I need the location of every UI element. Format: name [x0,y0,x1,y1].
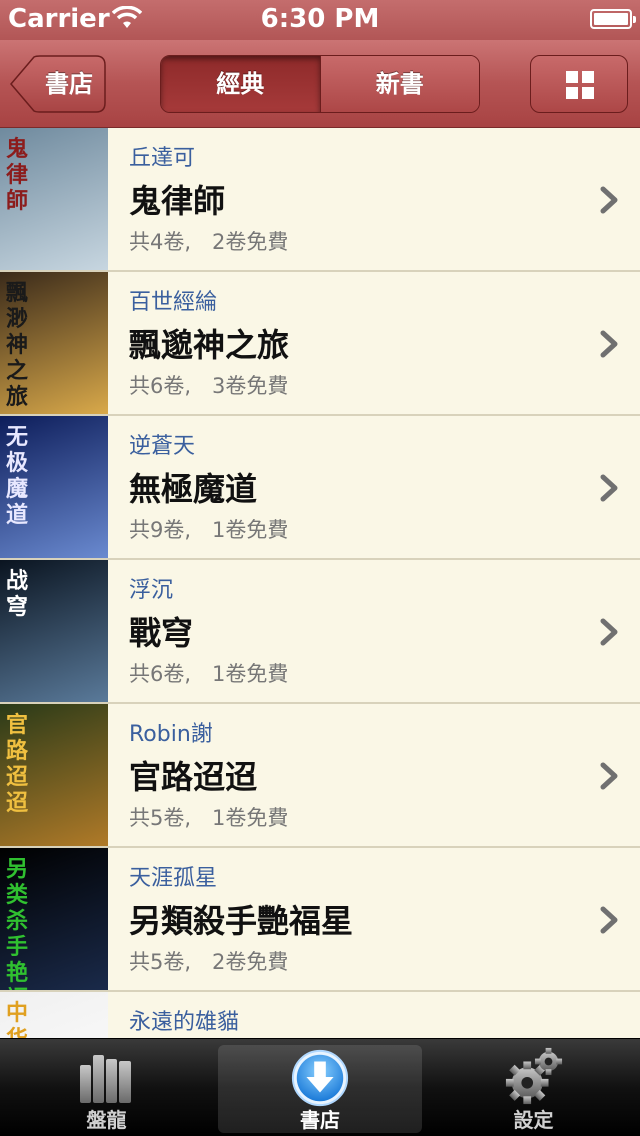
tab-label: 書店 [300,1108,340,1132]
book-volume-info: 共9卷, 1卷免費 [129,518,289,542]
grid-view-button[interactable] [530,55,628,113]
book-title: 飄邈神之旅 [129,326,290,364]
book-row[interactable]: 官路迢迢 Robin謝 官路迢迢 共5卷, 1卷免費 [0,704,640,848]
chevron-right-icon [600,330,618,358]
book-cover-image: 飄渺神之旅 [0,272,108,414]
segment-new-books[interactable]: 新書 [319,56,479,112]
book-row[interactable]: 无极魔道 逆蒼天無極魔道共9卷, 1卷免費 [0,416,640,560]
book-volume-info: 共5卷, 1卷免費 [129,806,289,830]
chevron-right-icon [600,618,618,646]
book-author: 百世經綸 [129,290,218,315]
cover-title-art: 另类杀手艳福星 [6,856,29,990]
book-volume-info: 共4卷, 2卷免費 [129,230,289,254]
book-list: 鬼律師 丘達可 鬼律師 共4卷, 2卷免費 飄渺神之旅 百世經綸 飄邈神之旅 共6卷, 3卷免… [0,128,640,1038]
book-row[interactable]: 另类杀手艳福星 天涯孤星另類殺手艷福星共5卷, 2卷免費 [0,848,640,992]
segment-classic[interactable]: 經典 [161,56,320,112]
tab-bookshelf[interactable]: 盤龍 [0,1039,213,1136]
book-author: 天涯孤星 [129,866,218,891]
chevron-right-icon [600,906,618,934]
gear-icon [505,1047,562,1105]
grid-icon [566,71,594,99]
book-author: 永遠的雄貓 [129,1010,240,1035]
chevron-right-icon [600,186,618,214]
book-volume-info: 共6卷, 3卷免費 [129,374,289,398]
tab-label: 盤龍 [86,1108,127,1132]
cover-title-art: 鬼律師 [6,136,29,214]
tab-settings[interactable]: 設定 [427,1039,640,1136]
tab-bar: 盤龍 書店 設定 [0,1038,640,1136]
clock: 6:30 PM [260,4,380,34]
chevron-right-icon [600,762,618,790]
tab-store[interactable]: 書店 [218,1045,422,1133]
cover-title-art: 飄渺神之旅 [6,280,29,410]
book-volume-info: 共6卷, 1卷免費 [129,662,289,686]
book-title: 鬼律師 [129,182,226,220]
book-title: 另類殺手艷福星 [129,902,354,940]
cover-title-art: 官路迢迢 [6,712,29,816]
book-cover-image: 另类杀手艳福星 [0,848,108,990]
book-cover-image: 中华 [0,992,108,1038]
book-cover-image: 鬼律師 [0,128,108,270]
back-button[interactable]: 書店 [10,55,106,113]
cover-title-art: 战穹 [6,568,29,620]
chevron-right-icon [600,474,618,502]
book-author: Robin謝 [129,722,213,747]
book-author: 丘達可 [129,146,196,171]
tab-label: 設定 [513,1108,554,1132]
book-author: 逆蒼天 [129,434,196,459]
book-row[interactable]: 飄渺神之旅 百世經綸飄邈神之旅共6卷, 3卷免費 [0,272,640,416]
book-title: 戰穹 [129,614,194,652]
book-title: 無極魔道 [129,470,258,508]
segmented-control: 經典 新書 [160,55,480,113]
book-author: 浮沉 [129,578,174,603]
book-row[interactable]: 鬼律師 丘達可 鬼律師 共4卷, 2卷免費 [0,128,640,272]
bookshelf-icon [79,1055,131,1103]
navigation-bar: 書店 經典 新書 [0,40,640,128]
cover-title-art: 无极魔道 [6,424,29,528]
book-row[interactable]: 中华 永遠的雄貓 [0,992,640,1038]
book-cover-image: 无极魔道 [0,416,108,558]
book-cover-image: 战穹 [0,560,108,702]
back-button-label: 書店 [45,70,93,98]
book-cover-image: 官路迢迢 [0,704,108,846]
download-icon [291,1049,349,1107]
status-bar: Carrier 6:30 PM [0,0,640,40]
book-row[interactable]: 战穹 浮沉戰穹共6卷, 1卷免費 [0,560,640,704]
book-volume-info: 共5卷, 2卷免費 [129,950,289,974]
cover-title-art: 中华 [6,1000,29,1038]
book-title: 官路迢迢 [129,758,258,796]
battery-icon [590,9,636,29]
